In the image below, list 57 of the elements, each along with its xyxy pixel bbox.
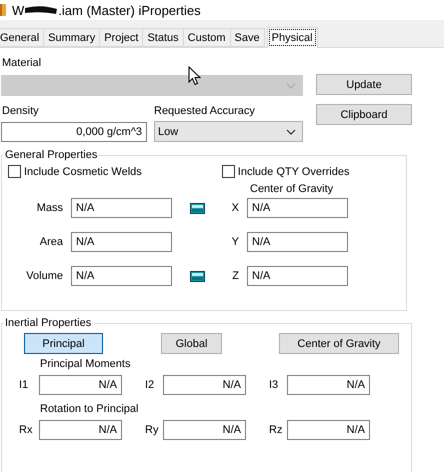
tab[interactable]: Custom [182,28,231,47]
checkbox[interactable]: Include QTY Overrides [222,165,350,178]
action-button[interactable]: Clipboard [316,104,412,125]
accuracy-label: Requested Accuracy [154,105,255,117]
view-button[interactable]: Global [161,333,222,354]
property-label: Area [38,236,63,248]
group-title: Inertial Properties [4,317,92,329]
value-field[interactable]: N/A [247,266,348,286]
cursor-icon [188,66,201,86]
value-field[interactable]: N/A [39,375,122,395]
tab[interactable]: Save [230,28,265,47]
chevron-icon [286,82,296,88]
axis-label: I2 [145,379,156,391]
value-field[interactable]: N/A [163,420,246,440]
value-field[interactable]: N/A [71,266,172,286]
chevron-icon [286,128,296,134]
group-title: General Properties [4,149,98,161]
property-label: Volume [25,270,63,282]
tab[interactable]: Status [142,28,184,47]
value-field[interactable]: N/A [39,420,122,440]
axis-label: X [230,202,239,214]
material-label: Material [2,57,42,69]
value-field[interactable]: N/A [71,232,172,252]
axis-label: Z [231,270,239,282]
density-field[interactable]: 0,000 g/cm^3 [1,122,147,142]
axis-label: Y [230,236,239,248]
axis-label: I3 [269,379,280,391]
section-heading: Center of Gravity [250,183,334,195]
checkbox[interactable]: Include Cosmetic Welds [8,165,142,178]
calculator-icon[interactable] [190,270,205,282]
value-field[interactable]: N/A [287,420,370,440]
accuracy-dropdown[interactable]: Low [154,121,303,142]
axis-label: Ry [145,424,160,436]
action-button[interactable]: Update [316,74,412,95]
axis-label: Rz [269,424,284,436]
redaction-mark [24,5,58,15]
axis-label: Rx [19,424,34,436]
section-heading: Rotation to Principal [40,403,140,415]
calculator-icon[interactable] [190,202,205,214]
view-button[interactable]: Center of Gravity [279,333,399,354]
axis-label: I1 [19,379,30,391]
tab[interactable]: Project [99,28,144,47]
window-title: .iam (Master) iProperties [58,2,201,18]
property-label: Mass [36,202,63,214]
tab[interactable]: Summary [43,28,100,47]
window-title: W [12,2,24,18]
value-field[interactable]: N/A [287,375,370,395]
tab[interactable]: Physical [266,27,318,48]
value-field[interactable]: N/A [163,375,246,395]
density-label: Density [2,105,40,117]
value-field[interactable]: N/A [71,198,172,218]
value-field[interactable]: N/A [247,232,348,252]
value-field[interactable]: N/A [247,198,348,218]
tab[interactable]: General [0,28,44,47]
section-heading: Principal Moments [40,358,132,370]
app-icon [0,3,6,17]
view-button[interactable]: Principal [24,333,103,354]
